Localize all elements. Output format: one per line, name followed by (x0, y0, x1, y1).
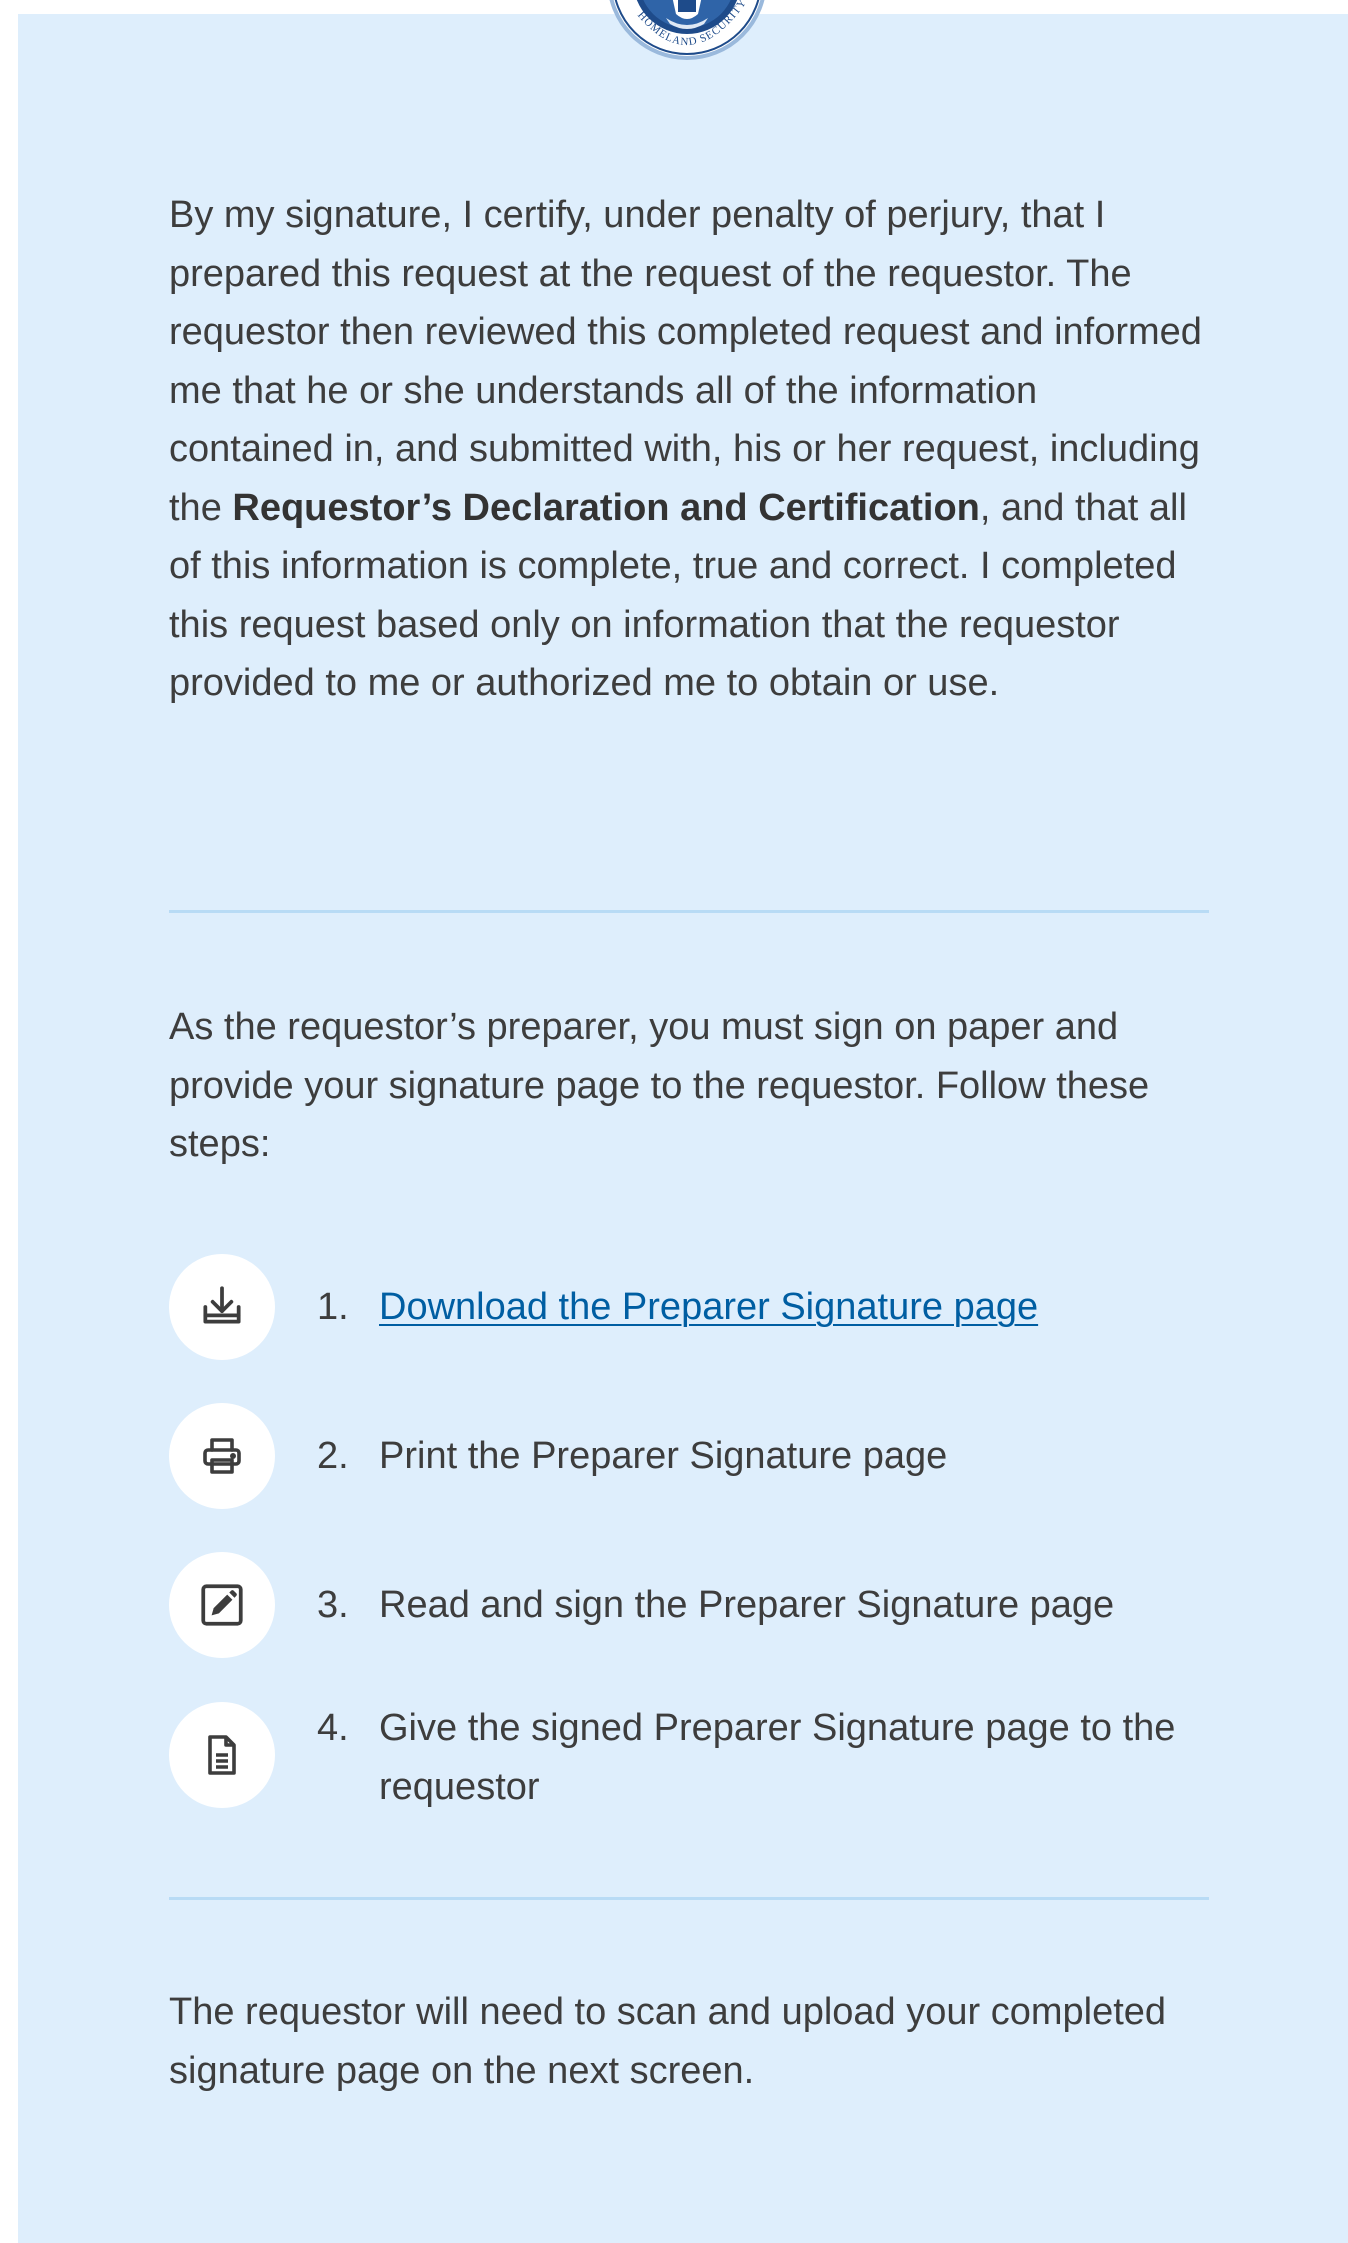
download-icon (169, 1254, 275, 1360)
step-download: 1. Download the Preparer Signature page (169, 1254, 1229, 1362)
step-number: 2. (317, 1435, 349, 1477)
step-sign: 3. Read and sign the Preparer Signature … (169, 1552, 1229, 1660)
certification-text: By my signature, I certify, under penalt… (169, 186, 1209, 713)
declaration-title: Requestor’s Declaration and Certificatio… (232, 486, 980, 529)
instructions-section: As the requestor’s preparer, you must si… (169, 998, 1209, 1174)
download-signature-page-link[interactable]: Download the Preparer Signature page (379, 1286, 1038, 1328)
footer-section: The requestor will need to scan and uplo… (169, 1983, 1209, 2100)
document-icon (169, 1702, 275, 1808)
step-text: Download the Preparer Signature page (379, 1278, 1209, 1337)
step-text: Read and sign the Preparer Signature pag… (379, 1584, 1115, 1626)
divider (169, 1897, 1209, 1900)
step-number: 1. (317, 1286, 349, 1328)
step-text: Give the signed Preparer Signature page … (379, 1707, 1176, 1808)
step-text: Print the Preparer Signature page (379, 1435, 948, 1477)
step-print: 2. Print the Preparer Signature page (169, 1403, 1229, 1511)
instructions-intro: As the requestor’s preparer, you must si… (169, 1006, 1150, 1165)
printer-icon (169, 1403, 275, 1509)
certification-text-start: By my signature, I certify, under penalt… (169, 194, 1202, 529)
upload-note: The requestor will need to scan and uplo… (169, 1991, 1167, 2092)
certification-section: By my signature, I certify, under penalt… (169, 186, 1209, 713)
edit-icon (169, 1552, 275, 1658)
divider (169, 910, 1209, 913)
dhs-seal-logo: U F HOMELAND SECURITY (606, 0, 768, 102)
step-number: 3. (317, 1584, 349, 1626)
step-number: 4. (317, 1707, 349, 1749)
step-give: 4. Give the signed Preparer Signature pa… (169, 1702, 1229, 1810)
